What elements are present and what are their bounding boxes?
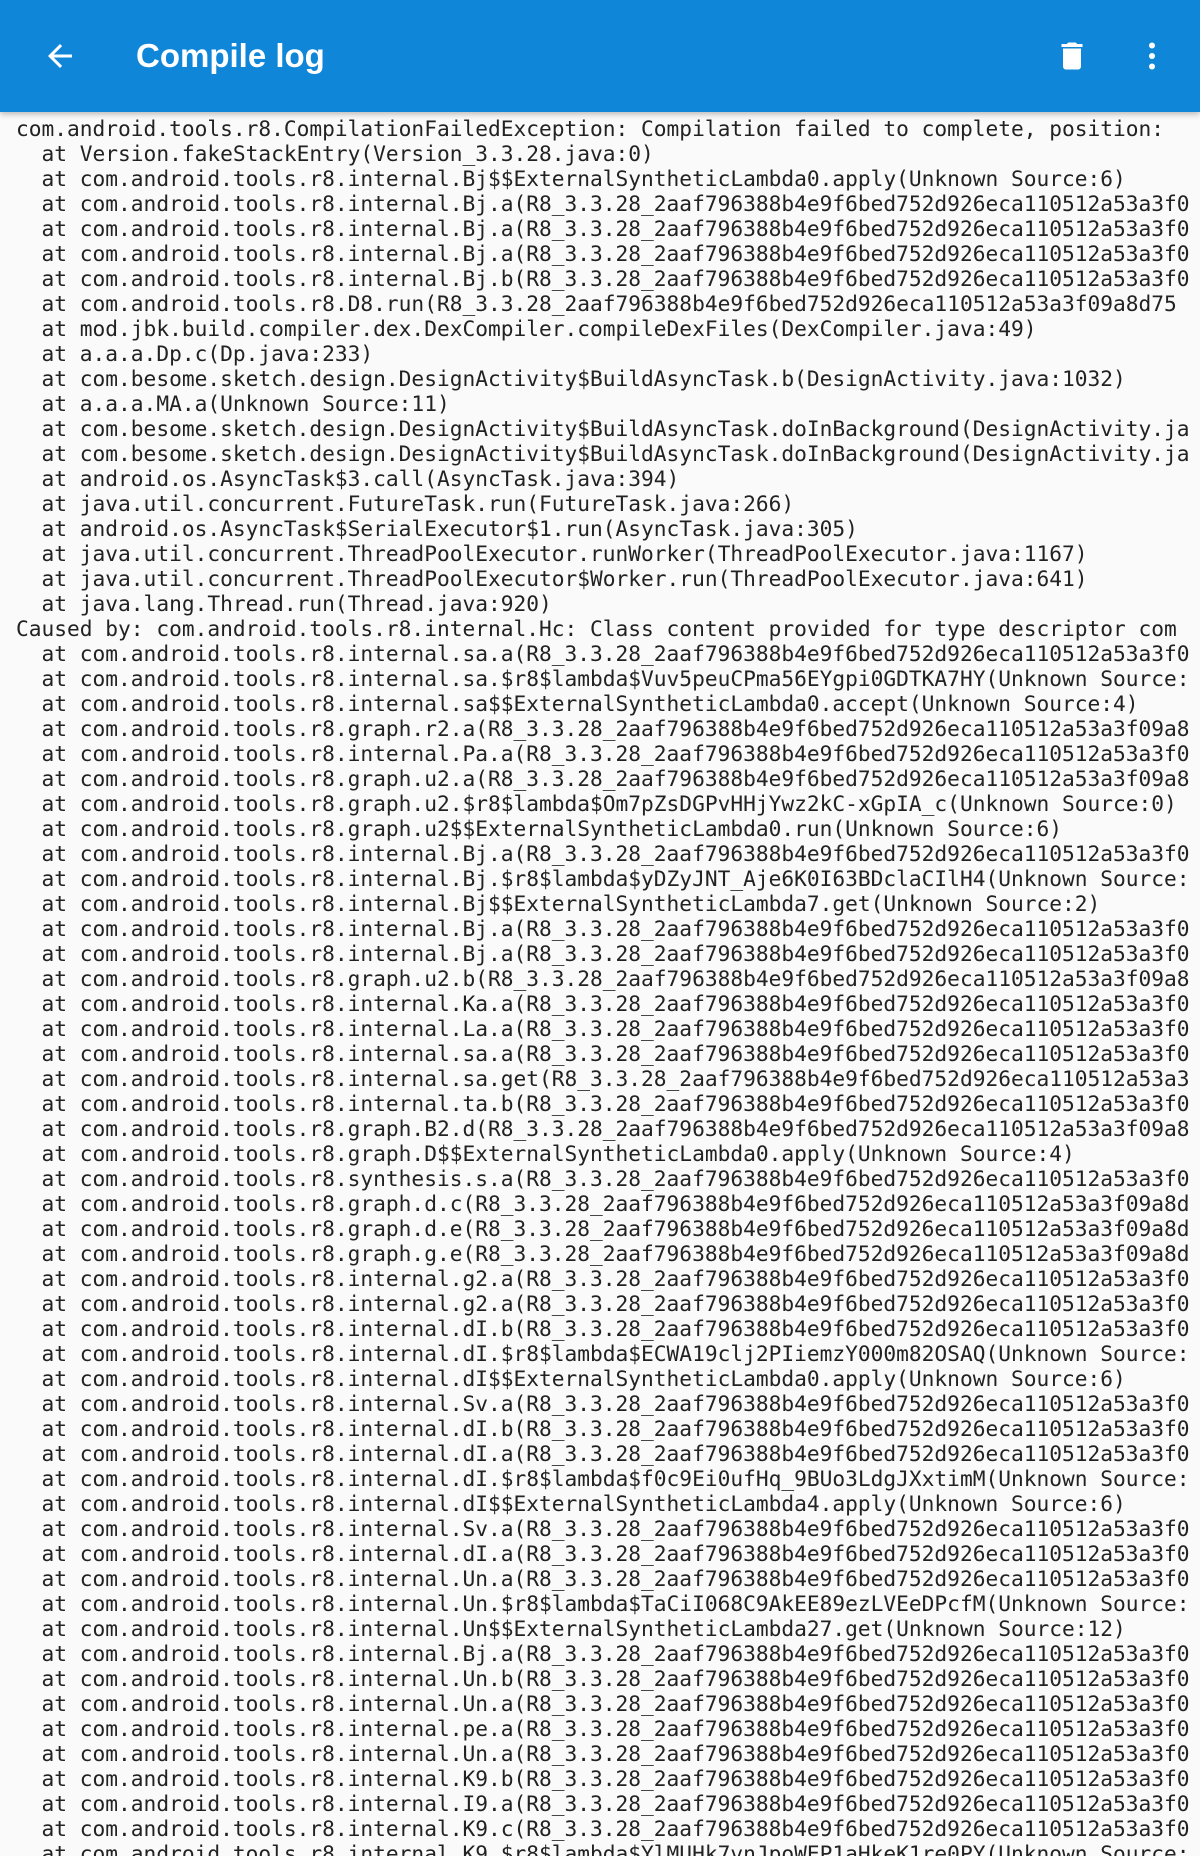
log-line: at com.android.tools.r8.internal.K9.$r8$… — [16, 1841, 1190, 1856]
log-line: at android.os.AsyncTask$3.call(AsyncTask… — [16, 466, 680, 491]
log-line: at com.android.tools.r8.internal.Bj.a(R8… — [16, 916, 1190, 941]
more-options-button[interactable] — [1116, 20, 1188, 92]
log-line: at com.android.tools.r8.internal.sa$$Ext… — [16, 691, 1139, 716]
log-line: at java.util.concurrent.ThreadPoolExecut… — [16, 566, 1088, 591]
log-line: at com.android.tools.r8.internal.dI.a(R8… — [16, 1441, 1190, 1466]
log-line: at com.android.tools.r8.graph.d.e(R8_3.3… — [16, 1216, 1190, 1241]
log-line: at com.android.tools.r8.internal.ta.b(R8… — [16, 1091, 1190, 1116]
log-line: at com.android.tools.r8.internal.Bj.a(R8… — [16, 841, 1190, 866]
log-scroll-area[interactable]: com.android.tools.r8.CompilationFailedEx… — [0, 112, 1200, 1856]
log-line: at com.besome.sketch.design.DesignActivi… — [16, 441, 1190, 466]
log-line: at com.android.tools.r8.internal.Bj$$Ext… — [16, 891, 1101, 916]
log-line: at com.android.tools.r8.internal.sa.a(R8… — [16, 641, 1190, 666]
log-line: at com.android.tools.r8.internal.dI.b(R8… — [16, 1316, 1190, 1341]
log-line: at a.a.a.MA.a(Unknown Source:11) — [16, 391, 450, 416]
log-line: at com.android.tools.r8.D8.run(R8_3.3.28… — [16, 291, 1177, 316]
app-bar: Compile log — [0, 0, 1200, 112]
log-line: at com.android.tools.r8.internal.Un$$Ext… — [16, 1616, 1126, 1641]
log-line: at Version.fakeStackEntry(Version_3.3.28… — [16, 141, 654, 166]
log-line: at java.util.concurrent.FutureTask.run(F… — [16, 491, 795, 516]
log-line: at com.android.tools.r8.internal.Pa.a(R8… — [16, 741, 1190, 766]
log-line: at com.android.tools.r8.internal.sa.get(… — [16, 1066, 1190, 1091]
log-line: at com.android.tools.r8.internal.Bj.a(R8… — [16, 216, 1190, 241]
log-line: at com.android.tools.r8.internal.pe.a(R8… — [16, 1716, 1190, 1741]
log-line: at com.android.tools.r8.internal.g2.a(R8… — [16, 1291, 1190, 1316]
log-line: at com.android.tools.r8.graph.D$$Externa… — [16, 1141, 1075, 1166]
log-line: at com.android.tools.r8.internal.La.a(R8… — [16, 1016, 1190, 1041]
log-line: at com.android.tools.r8.internal.dI.a(R8… — [16, 1541, 1190, 1566]
log-line: at com.android.tools.r8.internal.I9.a(R8… — [16, 1791, 1190, 1816]
log-line: at com.android.tools.r8.internal.Un.a(R8… — [16, 1741, 1190, 1766]
log-line: at com.android.tools.r8.internal.dI.$r8$… — [16, 1341, 1190, 1366]
log-line: at com.android.tools.r8.internal.Un.$r8$… — [16, 1591, 1190, 1616]
log-line: Caused by: com.android.tools.r8.internal… — [16, 616, 1177, 641]
log-line: at com.android.tools.r8.internal.sa.a(R8… — [16, 1041, 1190, 1066]
log-line: at com.android.tools.r8.graph.B2.d(R8_3.… — [16, 1116, 1190, 1141]
log-line: at java.lang.Thread.run(Thread.java:920) — [16, 591, 552, 616]
log-line: at com.android.tools.r8.internal.Bj.a(R8… — [16, 1641, 1190, 1666]
log-line: at com.android.tools.r8.internal.Sv.a(R8… — [16, 1391, 1190, 1416]
log-line: at mod.jbk.build.compiler.dex.DexCompile… — [16, 316, 1037, 341]
log-line: com.android.tools.r8.CompilationFailedEx… — [16, 116, 1165, 141]
log-line: at com.android.tools.r8.internal.dI$$Ext… — [16, 1491, 1126, 1516]
log-line: at com.android.tools.r8.internal.sa.$r8$… — [16, 666, 1190, 691]
log-line: at com.android.tools.r8.internal.Ka.a(R8… — [16, 991, 1190, 1016]
delete-log-button[interactable] — [1036, 20, 1108, 92]
trash-icon — [1061, 42, 1083, 70]
log-line: at com.android.tools.r8.internal.Un.b(R8… — [16, 1666, 1190, 1691]
log-line: at a.a.a.Dp.c(Dp.java:233) — [16, 341, 374, 366]
log-line: at com.android.tools.r8.internal.Un.a(R8… — [16, 1691, 1190, 1716]
log-line: at com.android.tools.r8.graph.r2.a(R8_3.… — [16, 716, 1190, 741]
log-line: at com.android.tools.r8.internal.Bj.a(R8… — [16, 241, 1190, 266]
log-line: at com.android.tools.r8.internal.Bj.a(R8… — [16, 191, 1190, 216]
log-line: at com.android.tools.r8.internal.Bj.$r8$… — [16, 866, 1190, 891]
log-line: at com.android.tools.r8.synthesis.s.a(R8… — [16, 1166, 1190, 1191]
more-vertical-icon — [1149, 42, 1155, 70]
log-line: at com.android.tools.r8.internal.Bj$$Ext… — [16, 166, 1126, 191]
log-line: at com.android.tools.r8.internal.dI.b(R8… — [16, 1416, 1190, 1441]
log-line: at com.android.tools.r8.graph.u2.b(R8_3.… — [16, 966, 1190, 991]
log-line: at com.android.tools.r8.graph.u2.a(R8_3.… — [16, 766, 1190, 791]
arrow-left-icon — [48, 44, 72, 68]
log-line: at com.android.tools.r8.internal.Bj.b(R8… — [16, 266, 1190, 291]
log-line: at com.android.tools.r8.internal.K9.b(R8… — [16, 1766, 1190, 1791]
log-line: at com.android.tools.r8.internal.K9.c(R8… — [16, 1816, 1190, 1841]
log-line: at com.android.tools.r8.graph.u2$$Extern… — [16, 816, 1063, 841]
log-line: at com.besome.sketch.design.DesignActivi… — [16, 366, 1126, 391]
log-line: at java.util.concurrent.ThreadPoolExecut… — [16, 541, 1088, 566]
log-line: at com.android.tools.r8.internal.dI.$r8$… — [16, 1466, 1190, 1491]
compile-log-text: com.android.tools.r8.CompilationFailedEx… — [0, 112, 1200, 1856]
log-line: at com.android.tools.r8.internal.Un.a(R8… — [16, 1566, 1190, 1591]
back-button[interactable] — [24, 20, 96, 92]
log-line: at com.android.tools.r8.graph.g.e(R8_3.3… — [16, 1241, 1190, 1266]
page-title: Compile log — [136, 37, 325, 74]
log-line: at android.os.AsyncTask$SerialExecutor$1… — [16, 516, 858, 541]
log-line: at com.android.tools.r8.graph.d.c(R8_3.3… — [16, 1191, 1190, 1216]
log-line: at com.android.tools.r8.internal.Sv.a(R8… — [16, 1516, 1190, 1541]
log-line: at com.android.tools.r8.graph.u2.$r8$lam… — [16, 791, 1177, 816]
log-line: at com.android.tools.r8.internal.g2.a(R8… — [16, 1266, 1190, 1291]
log-line: at com.android.tools.r8.internal.dI$$Ext… — [16, 1366, 1126, 1391]
log-line: at com.android.tools.r8.internal.Bj.a(R8… — [16, 941, 1190, 966]
log-line: at com.besome.sketch.design.DesignActivi… — [16, 416, 1190, 441]
